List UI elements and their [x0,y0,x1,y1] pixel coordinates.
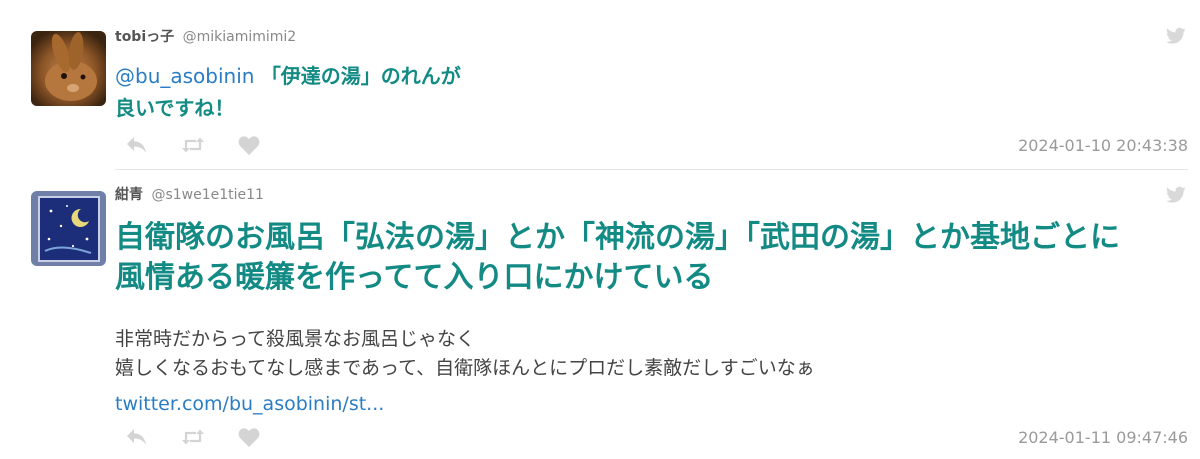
tweet-card: 紺青 @s1we1e1tie11 自衛隊のお風呂「弘法の湯」とか「神流の湯」「武… [0,170,1200,459]
tweet-text-line2: 良いですね！ [115,96,235,120]
author-name[interactable]: 紺青 [115,187,143,203]
tweet-body: 非常時だからって殺風景なお風呂じゃなく 嬉しくなるおもてなし感まであって、自衛隊… [115,325,1115,383]
retweet-icon [182,137,204,153]
like-button[interactable] [238,426,294,448]
author-handle[interactable]: @s1we1e1tie11 [151,187,264,203]
tweet-text: @bu_asobinin 「伊達の湯」のれんが 良いですね！ [115,60,675,124]
tweet-headline-line2: 風情ある暖簾を作ってて入り口にかけている [115,260,714,295]
retweet-button[interactable] [182,426,238,448]
author-handle[interactable]: @mikiamimimi2 [183,29,297,45]
tweet-header: 紺青 @s1we1e1tie11 [115,186,264,204]
retweet-icon [182,429,204,445]
tweet-headline-line1: 自衛隊のお風呂「弘法の湯」とか「神流の湯」「武田の湯」とか基地ごとに [115,220,1120,255]
like-button[interactable] [238,134,294,156]
avatar[interactable] [31,191,106,266]
reply-icon [127,429,146,445]
tweet-body-line2: 嬉しくなるおもてなし感まであって、自衛隊ほんとにプロだし素敵だしすごいなぁ [115,357,815,379]
rabbit-avatar-icon [31,31,106,106]
heart-icon [238,135,260,155]
tweet-headline: 自衛隊のお風呂「弘法の湯」とか「神流の湯」「武田の湯」とか基地ごとに 風情ある暖… [115,218,1185,298]
tweet-link[interactable]: twitter.com/bu_asobinin/st... [115,391,384,417]
tweet-actions [126,134,294,156]
tweet-text-line1: 「伊達の湯」のれんが [260,64,461,88]
reply-icon [127,137,146,153]
twitter-bird-icon[interactable] [1166,186,1186,204]
twitter-bird-icon[interactable] [1166,27,1186,45]
night-sky-avatar-icon [31,191,106,266]
tweet-header: tobiっ子 @mikiamimimi2 [115,28,296,46]
reply-button[interactable] [126,134,182,156]
tweet-timestamp[interactable]: 2024-01-10 20:43:38 [1018,136,1188,155]
avatar[interactable] [31,31,106,106]
tweet-card: tobiっ子 @mikiamimimi2 @bu_asobinin 「伊達の湯」… [0,0,1200,170]
tweet-body-line1: 非常時だからって殺風景なお風呂じゃなく [115,328,476,350]
author-name[interactable]: tobiっ子 [115,29,174,45]
tweet-timestamp[interactable]: 2024-01-11 09:47:46 [1018,428,1188,447]
tweet-actions [126,426,294,448]
mention-link[interactable]: @bu_asobinin [115,64,254,88]
reply-button[interactable] [126,426,182,448]
heart-icon [238,427,260,447]
retweet-button[interactable] [182,134,238,156]
